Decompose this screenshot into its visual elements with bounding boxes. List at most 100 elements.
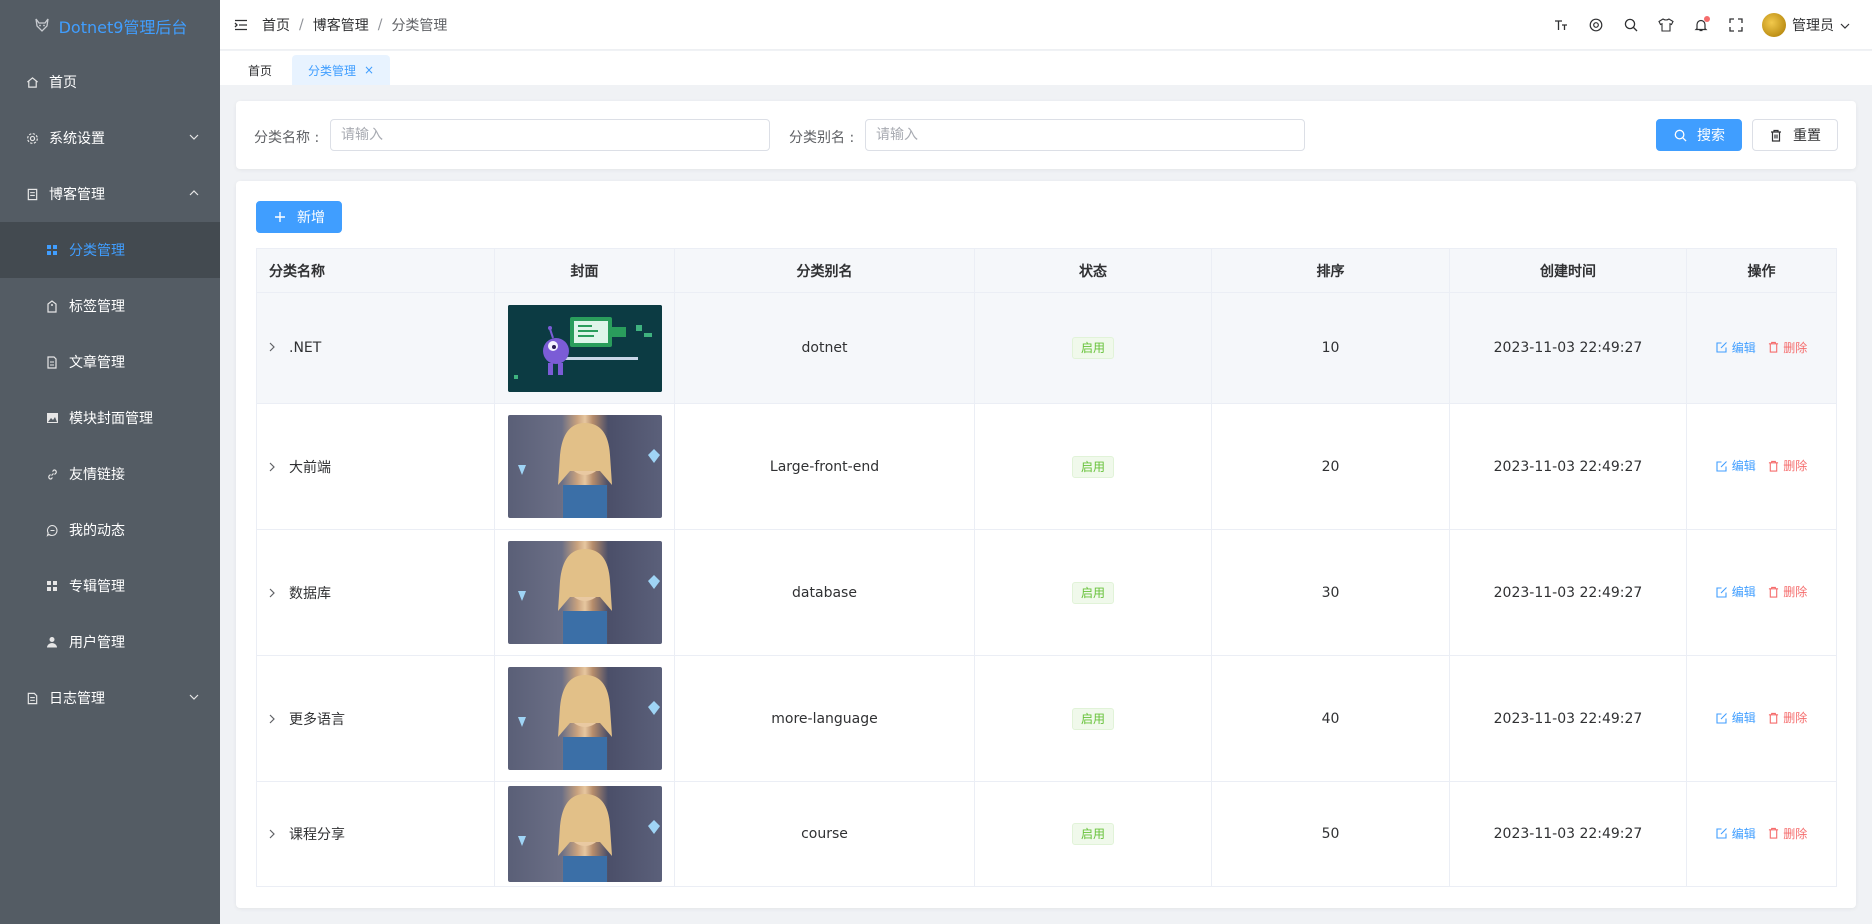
edit-button[interactable]: 编辑 [1716,583,1756,600]
delete-button[interactable]: 删除 [1768,457,1807,474]
category-name-input[interactable] [330,119,770,151]
edit-button[interactable]: 编辑 [1716,457,1756,474]
sidebar-item-label: 用户管理 [69,635,125,651]
status-badge: 启用 [1071,337,1114,359]
expand-icon[interactable] [269,587,283,601]
chat-icon [45,523,59,537]
sidebar-item-module-cover[interactable]: 模块封面管理 [0,390,220,446]
sidebar-item-label: 我的动态 [69,523,125,539]
delete-button[interactable]: 删除 [1768,339,1807,356]
status-cell: 启用 [974,292,1212,404]
sidebar-item-albums[interactable]: 专辑管理 [0,558,220,614]
category-alias-input[interactable] [865,119,1305,151]
tab-home[interactable]: 首页 [232,55,288,85]
edit-icon [1716,712,1727,724]
cover-image-portrait[interactable] [507,541,662,644]
name-cell: 大前端 [256,403,495,530]
delete-label: 删除 [1783,826,1808,841]
fullscreen-icon[interactable] [1727,16,1745,34]
cover-cell [494,655,675,782]
status-badge: 启用 [1071,707,1114,730]
search-button[interactable]: 搜索 [1656,119,1742,151]
close-icon[interactable]: × [364,63,374,77]
cover-image-portrait[interactable] [507,667,662,770]
edit-button[interactable]: 编辑 [1716,339,1756,356]
sidebar: Dotnet9管理后台 首页 系统设置 博客管理 分类管理 标签管理 文章管理 … [0,0,220,924]
notification-dot [1704,16,1710,22]
chevron-down-icon [188,691,200,703]
grid-icon [45,579,59,593]
delete-button[interactable]: 删除 [1768,583,1807,600]
edit-button[interactable]: 编辑 [1716,825,1756,842]
table-row: 数据库 database 启用 30 2023-11-03 22:49:27 编… [256,529,1837,656]
chevron-down-icon [188,131,200,143]
breadcrumb-current: 分类管理 [391,17,448,34]
add-button[interactable]: 新增 [256,201,342,233]
sort-cell: 50 [1211,781,1450,887]
cover-image-portrait[interactable] [507,415,662,518]
app-title: Dotnet9管理后台 [58,18,188,37]
delete-label: 删除 [1783,711,1808,726]
alias-cell: database [674,529,975,656]
skin-icon[interactable] [1657,16,1675,34]
category-name: 大前端 [289,459,331,476]
expand-icon[interactable] [269,713,283,727]
actions-cell: 编辑 删除 [1686,403,1837,530]
sidebar-item-friend-links[interactable]: 友情链接 [0,446,220,502]
created-cell: 2023-11-03 22:49:27 [1449,655,1687,782]
cover-image-dotnet-bot[interactable] [507,304,662,392]
search-button-label: 搜索 [1697,128,1725,144]
sidebar-item-users[interactable]: 用户管理 [0,614,220,670]
edit-label: 编辑 [1731,826,1756,841]
alias-label: 分类别名 : [789,130,855,146]
sidebar-item-my-activity[interactable]: 我的动态 [0,502,220,558]
table-card: 新增 分类名称 封面 分类别名 状态 排序 创建时间 操作 .NET dotne… [236,181,1856,908]
status-badge: 启用 [1071,581,1114,604]
actions-cell: 编辑 删除 [1686,529,1837,656]
sidebar-item-logs[interactable]: 日志管理 [0,670,220,726]
breadcrumb: 首页 / 博客管理 / 分类管理 [262,15,447,35]
log-icon [25,691,39,705]
expand-icon[interactable] [269,828,283,842]
bell-icon[interactable] [1692,16,1710,34]
sidebar-item-category[interactable]: 分类管理 [0,222,220,278]
sidebar-item-home[interactable]: 首页 [0,54,220,110]
user-menu[interactable]: 管理员 [1762,13,1850,37]
trash-icon [1769,712,1779,724]
menu-toggle-icon[interactable] [234,18,248,32]
created-cell: 2023-11-03 22:49:27 [1449,529,1687,656]
trash-icon [1769,828,1779,839]
table-row: 大前端 Large-front-end 启用 20 2023-11-03 22:… [256,403,1837,530]
breadcrumb-separator: / [299,16,304,33]
sidebar-item-label: 分类管理 [69,243,125,259]
status-cell: 启用 [974,403,1212,530]
cover-cell [494,781,675,887]
top-header: 首页 / 博客管理 / 分类管理 管理员 [220,0,1872,50]
actions-cell: 编辑 删除 [1686,655,1837,782]
sidebar-item-system-settings[interactable]: 系统设置 [0,110,220,166]
delete-button[interactable]: 删除 [1768,709,1807,726]
expand-icon[interactable] [269,341,283,355]
expand-icon[interactable] [269,461,283,475]
delete-button[interactable]: 删除 [1768,825,1807,842]
logo[interactable]: Dotnet9管理后台 [0,0,220,52]
name-cell: 课程分享 [256,781,495,887]
theme-icon[interactable] [1587,16,1605,34]
breadcrumb-home[interactable]: 首页 [262,15,290,35]
reset-button[interactable]: 重置 [1752,119,1838,151]
sidebar-item-articles[interactable]: 文章管理 [0,334,220,390]
tab-category[interactable]: 分类管理 × [292,55,391,85]
edit-button[interactable]: 编辑 [1716,709,1756,726]
tabs-bar: 首页 分类管理 × [220,51,1872,85]
sidebar-item-tags[interactable]: 标签管理 [0,278,220,334]
category-name: 更多语言 [289,711,345,728]
name-cell: .NET [256,292,495,404]
sidebar-item-blog[interactable]: 博客管理 [0,166,220,222]
font-size-icon[interactable] [1552,16,1570,34]
cover-cell [494,529,675,656]
search-icon[interactable] [1622,16,1640,34]
cover-image-portrait[interactable] [507,786,662,882]
breadcrumb-blog[interactable]: 博客管理 [313,15,369,35]
sidebar-item-label: 日志管理 [49,691,105,707]
cover-cell [494,292,675,404]
